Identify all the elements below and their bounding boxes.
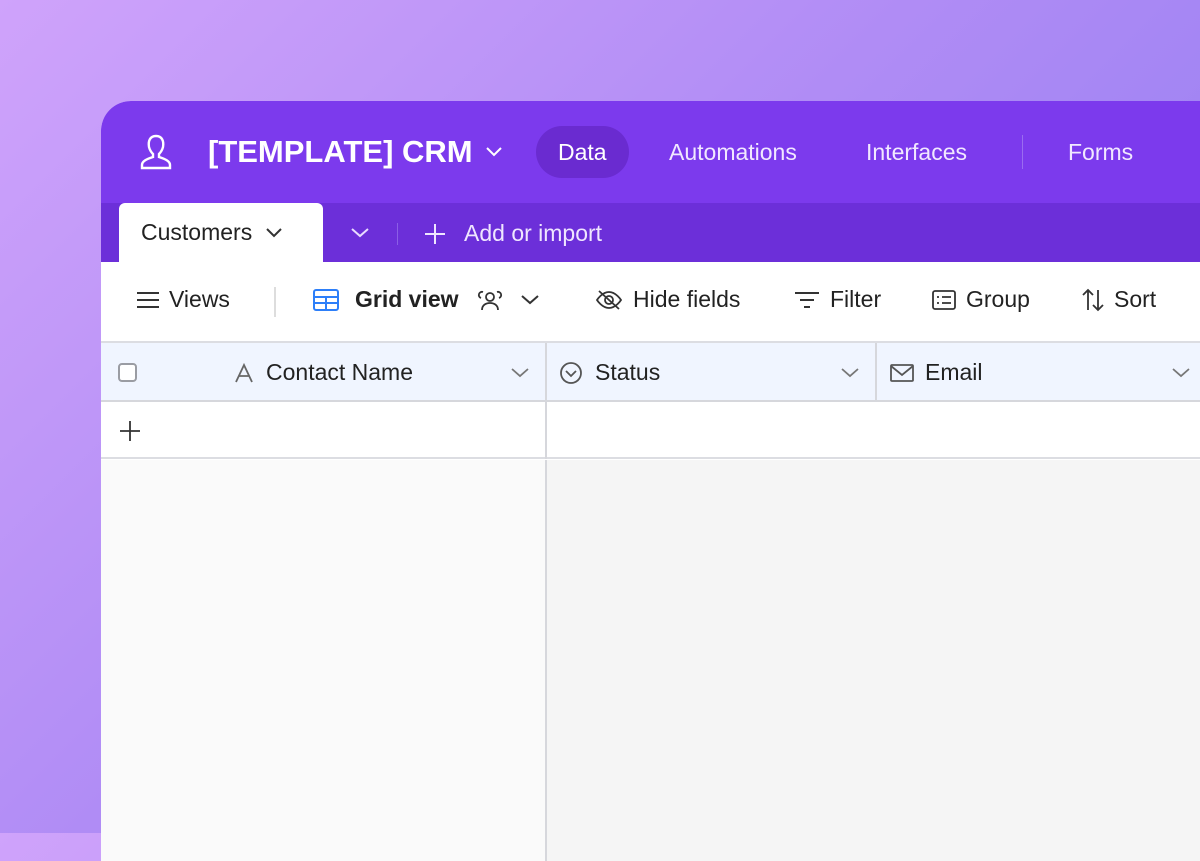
text-icon xyxy=(235,362,253,382)
app-window: [TEMPLATE] CRM Data Automations Interfac… xyxy=(101,101,1200,861)
add-record-row[interactable] xyxy=(101,402,1200,459)
filter-button[interactable]: Filter xyxy=(794,286,881,313)
nav-interfaces[interactable]: Interfaces xyxy=(866,126,967,178)
nav-automations[interactable]: Automations xyxy=(669,126,797,178)
sort-icon xyxy=(1082,288,1104,311)
single-select-icon xyxy=(560,361,582,384)
chevron-down-icon[interactable] xyxy=(1172,367,1190,378)
table-tab-bar: Customers Add or import xyxy=(101,203,1200,262)
chevron-down-icon xyxy=(266,227,282,237)
hide-fields-label: Hide fields xyxy=(633,286,741,312)
chevron-down-icon[interactable] xyxy=(841,367,859,378)
views-button[interactable]: Views xyxy=(137,286,230,313)
plus-icon[interactable] xyxy=(119,420,141,442)
eye-off-icon xyxy=(595,289,623,310)
menu-icon xyxy=(137,291,159,308)
column-label: Status xyxy=(595,359,661,385)
add-or-import-button[interactable]: Add or import xyxy=(424,220,602,247)
base-title[interactable]: [TEMPLATE] CRM xyxy=(208,134,503,170)
view-switcher[interactable]: Grid view xyxy=(313,286,539,313)
column-label: Email xyxy=(925,359,983,385)
nav-forms[interactable]: Forms xyxy=(1068,126,1133,178)
base-title-text: [TEMPLATE] CRM xyxy=(208,134,473,169)
column-label: Contact Name xyxy=(266,359,414,385)
collaborators-icon xyxy=(477,290,502,310)
divider xyxy=(397,223,398,245)
group-icon xyxy=(932,289,956,310)
grid-header-row: Contact Name Status Email xyxy=(101,343,1200,402)
chevron-down-icon[interactable] xyxy=(511,367,529,378)
filter-label: Filter xyxy=(830,286,882,312)
divider xyxy=(274,287,276,317)
select-all-checkbox[interactable] xyxy=(118,363,137,382)
nav-data[interactable]: Data xyxy=(536,126,629,178)
user-icon xyxy=(137,133,175,176)
tab-customers[interactable]: Customers xyxy=(119,203,323,262)
tab-label: Customers xyxy=(141,219,253,245)
plus-icon xyxy=(425,223,445,244)
email-icon xyxy=(890,363,914,382)
sort-label: Sort xyxy=(1114,286,1157,312)
chevron-down-icon xyxy=(485,147,502,157)
top-bar: [TEMPLATE] CRM Data Automations Interfac… xyxy=(101,101,1200,203)
add-label: Add or import xyxy=(464,220,603,246)
divider xyxy=(545,402,547,459)
view-name: Grid view xyxy=(355,286,459,312)
chevron-down-icon xyxy=(520,294,539,304)
grid-icon xyxy=(313,288,339,311)
grid-empty-area xyxy=(101,460,1200,861)
hide-fields-button[interactable]: Hide fields xyxy=(595,286,740,313)
column-header-email[interactable]: Email xyxy=(877,343,1200,402)
primary-column-area xyxy=(101,460,547,861)
group-button[interactable]: Group xyxy=(932,286,1030,313)
sort-button[interactable]: Sort xyxy=(1082,286,1156,313)
column-header-contact-name[interactable]: Contact Name xyxy=(101,343,547,402)
group-label: Group xyxy=(966,286,1030,312)
view-toolbar: Views Grid view Hide fields Filter Group… xyxy=(101,262,1200,343)
filter-icon xyxy=(795,291,819,308)
views-label: Views xyxy=(169,286,230,312)
column-header-status[interactable]: Status xyxy=(547,343,877,402)
divider xyxy=(1022,135,1023,169)
chevron-down-icon[interactable] xyxy=(351,228,369,238)
